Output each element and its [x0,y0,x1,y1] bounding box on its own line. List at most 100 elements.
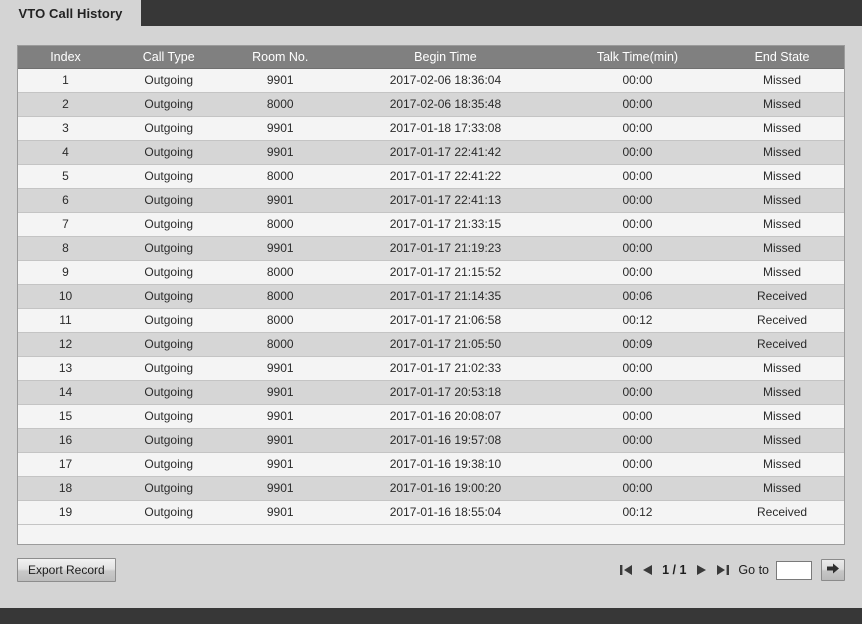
cell-index: 7 [18,212,113,237]
table-row[interactable]: 11 Outgoing 8000 2017-01-17 21:06:58 00:12 Re… [18,308,844,333]
cell-index: 2 [18,92,113,117]
cell-index: 5 [18,164,113,189]
cell-begin-time: 2017-01-17 22:41:13 [335,188,555,213]
cell-talk-time: 00:00 [554,380,721,405]
cell-talk-time: 00:09 [554,332,721,357]
cell-call-type: Outgoing [112,428,225,453]
table-row[interactable]: 9 Outgoing 8000 2017-01-17 21:15:52 00:00 Mis… [18,260,844,285]
first-page-icon[interactable] [619,562,633,578]
cell-call-type: Outgoing [112,356,225,381]
table-row[interactable]: 2 Outgoing 8000 2017-02-06 18:35:48 00:00 Mis… [18,92,844,117]
cell-room-no: 9901 [224,476,336,501]
cell-talk-time: 00:00 [554,404,721,429]
cell-call-type: Outgoing [112,260,225,285]
cell-room-no: 8000 [224,260,336,285]
table-row[interactable]: 15 Outgoing 9901 2017-01-16 20:08:07 00:00 Mi… [18,404,844,429]
table-row[interactable]: 5 Outgoing 8000 2017-01-17 22:41:22 00:00 Mis… [18,164,844,189]
cell-room-no: 8000 [224,284,336,309]
previous-page-icon[interactable] [640,562,654,578]
table-row[interactable]: 3 Outgoing 9901 2017-01-18 17:33:08 00:00 Mis… [18,116,844,141]
table-row[interactable]: 8 Outgoing 9901 2017-01-17 21:19:23 00:00 Mis… [18,236,844,261]
cell-begin-time: 2017-02-06 18:35:48 [335,92,555,117]
table-row[interactable]: 7 Outgoing 8000 2017-01-17 21:33:15 00:00 Mis… [18,212,844,237]
cell-call-type: Outgoing [112,332,225,357]
cell-talk-time: 00:00 [554,140,721,165]
export-record-button[interactable]: Export Record [17,558,116,582]
cell-talk-time: 00:00 [554,236,721,261]
last-page-icon[interactable] [715,562,729,578]
cell-index: 17 [18,452,113,477]
cell-end-state: Received [720,284,844,309]
table-row[interactable]: 1 Outgoing 9901 2017-02-06 18:36:04 00:00 Mis… [18,68,844,93]
cell-index: 10 [18,284,113,309]
column-header-index: Index [18,46,113,69]
cell-end-state: Received [720,308,844,333]
cell-end-state: Missed [720,140,844,165]
cell-end-state: Missed [720,260,844,285]
table-row[interactable]: 6 Outgoing 9901 2017-01-17 22:41:13 00:00 Mis… [18,188,844,213]
cell-end-state: Missed [720,212,844,237]
column-header-begin-time: Begin Time [335,46,555,69]
cell-room-no: 9901 [224,356,336,381]
cell-room-no: 9901 [224,188,336,213]
cell-index: 4 [18,140,113,165]
cell-index: 16 [18,428,113,453]
cell-room-no: 9901 [224,140,336,165]
cell-talk-time: 00:06 [554,284,721,309]
cell-room-no: 8000 [224,332,336,357]
cell-talk-time: 00:00 [554,92,721,117]
cell-index: 9 [18,260,113,285]
cell-room-no: 8000 [224,92,336,117]
go-button[interactable] [821,559,845,581]
tab-vto-call-history[interactable]: VTO Call History [0,0,141,26]
cell-end-state: Missed [720,188,844,213]
table-row[interactable]: 12 Outgoing 8000 2017-01-17 21:05:50 00:09 Re… [18,332,844,357]
table-row[interactable]: 10 Outgoing 8000 2017-01-17 21:14:35 00:06 Re… [18,284,844,309]
cell-index: 13 [18,356,113,381]
cell-room-no: 8000 [224,164,336,189]
cell-begin-time: 2017-01-17 21:14:35 [335,284,555,309]
tab-bar: VTO Call History [0,0,862,26]
table-row[interactable]: 14 Outgoing 9901 2017-01-17 20:53:18 00:00 Mi… [18,380,844,405]
cell-call-type: Outgoing [112,452,225,477]
cell-room-no: 8000 [224,308,336,333]
cell-begin-time: 2017-01-17 21:02:33 [335,356,555,381]
table-body: 1 Outgoing 9901 2017-02-06 18:36:04 00:00 Mis… [18,68,844,525]
cell-begin-time: 2017-01-16 19:57:08 [335,428,555,453]
table-row[interactable]: 18 Outgoing 9901 2017-01-16 19:00:20 00:00 Mi… [18,476,844,501]
cell-end-state: Missed [720,476,844,501]
cell-index: 6 [18,188,113,213]
column-header-call-type: Call Type [112,46,225,69]
cell-end-state: Missed [720,68,844,93]
table-row[interactable]: 19 Outgoing 9901 2017-01-16 18:55:04 00:12 Re… [18,500,844,525]
cell-index: 3 [18,116,113,141]
cell-room-no: 9901 [224,380,336,405]
cell-call-type: Outgoing [112,164,225,189]
cell-talk-time: 00:00 [554,188,721,213]
go-arrow-icon [826,562,840,578]
goto-page-input[interactable] [776,560,812,580]
table-row[interactable]: 17 Outgoing 9901 2017-01-16 19:38:10 00:00 Mi… [18,452,844,477]
cell-begin-time: 2017-01-17 21:05:50 [335,332,555,357]
table-row[interactable]: 4 Outgoing 9901 2017-01-17 22:41:42 00:00 Mis… [18,140,844,165]
call-history-table: Index Call Type Room No. Begin Time Talk… [18,46,844,525]
cell-index: 14 [18,380,113,405]
cell-call-type: Outgoing [112,212,225,237]
cell-room-no: 9901 [224,68,336,93]
next-page-icon[interactable] [694,562,708,578]
cell-call-type: Outgoing [112,284,225,309]
cell-index: 11 [18,308,113,333]
page-indicator: 1 / 1 [662,563,687,577]
content-area: Index Call Type Room No. Begin Time Talk… [0,26,862,608]
cell-room-no: 9901 [224,428,336,453]
cell-end-state: Received [720,332,844,357]
footer-bar [0,608,862,624]
table-header: Index Call Type Room No. Begin Time Talk… [18,46,844,69]
cell-end-state: Missed [720,428,844,453]
table-row[interactable]: 16 Outgoing 9901 2017-01-16 19:57:08 00:00 Mi… [18,428,844,453]
cell-end-state: Missed [720,404,844,429]
cell-begin-time: 2017-01-17 22:41:42 [335,140,555,165]
table-row[interactable]: 13 Outgoing 9901 2017-01-17 21:02:33 00:00 Mi… [18,356,844,381]
cell-begin-time: 2017-01-17 20:53:18 [335,380,555,405]
cell-index: 15 [18,404,113,429]
